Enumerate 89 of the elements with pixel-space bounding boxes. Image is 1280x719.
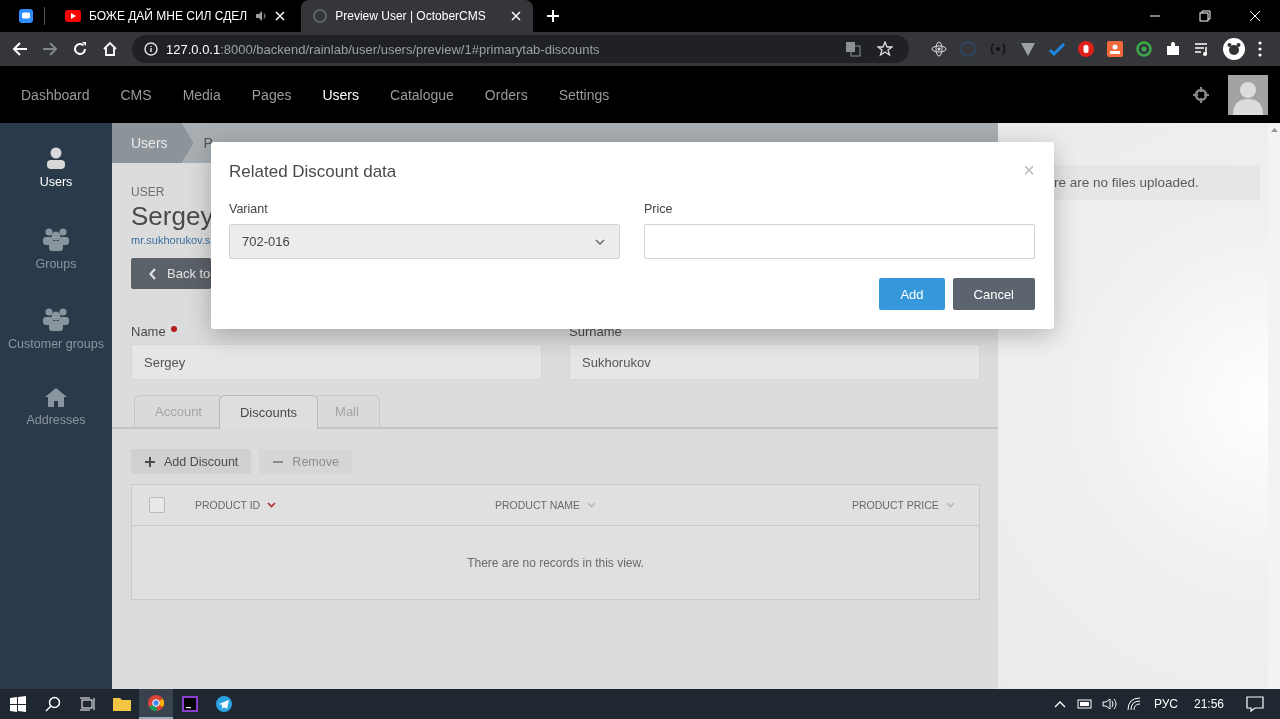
- nav-item[interactable]: Media: [182, 86, 221, 103]
- field-label: Price: [644, 202, 674, 218]
- folder-icon: [113, 696, 131, 712]
- sidebar-item[interactable]: Addresses: [0, 387, 112, 467]
- nav-item[interactable]: Users: [322, 86, 360, 103]
- play-icon: [65, 10, 81, 22]
- nav-item[interactable]: Dashboard: [21, 86, 90, 103]
- clock[interactable]: 21:56: [1193, 697, 1224, 711]
- text-field[interactable]: Sukhorukov: [569, 344, 980, 380]
- reload-icon[interactable]: [72, 41, 88, 57]
- task-view-icon[interactable]: [80, 696, 96, 712]
- column-header[interactable]: PRODUCT ID: [195, 499, 495, 511]
- browser-tab[interactable]: Preview User | OctoberCMS: [301, 0, 534, 32]
- language-indicator[interactable]: РУС: [1153, 697, 1178, 711]
- avatar-icon[interactable]: [1228, 74, 1268, 115]
- atom-icon[interactable]: [931, 41, 947, 57]
- checkbox[interactable]: [149, 497, 165, 513]
- nav-item[interactable]: Settings: [558, 86, 610, 103]
- back-icon[interactable]: [12, 41, 28, 57]
- chevron-left-icon: [149, 267, 157, 280]
- playlist-icon[interactable]: [1194, 41, 1210, 57]
- bear-avatar-icon[interactable]: [1223, 38, 1245, 60]
- tab[interactable]: Discounts: [219, 395, 319, 429]
- restore-icon[interactable]: [1199, 10, 1211, 22]
- user-icon: [46, 147, 66, 169]
- scrollbar[interactable]: [1268, 123, 1280, 689]
- forward-icon[interactable]: [42, 41, 58, 57]
- column-header[interactable]: PRODUCT NAME: [495, 499, 852, 511]
- url-path: :8000/backend/rainlab/user/users/preview/1#primarytab-discounts: [220, 41, 600, 57]
- taskbar-app[interactable]: [139, 689, 173, 719]
- sidebar-item[interactable]: Users: [0, 147, 112, 227]
- text-field[interactable]: Sergey: [131, 344, 542, 380]
- notification-icon[interactable]: [1246, 696, 1264, 712]
- page-heading: Sergey: [131, 201, 214, 232]
- group-icon: [42, 227, 70, 251]
- select-field[interactable]: 702-016: [229, 224, 620, 259]
- caret-icon: [595, 238, 605, 245]
- translate-icon[interactable]: [845, 41, 861, 57]
- cancel-button[interactable]: Cancel: [952, 278, 1035, 310]
- address-field[interactable]: 127.0.0.1:8000/backend/rainlab/user/users/preview/1#primarytab-discounts: [132, 35, 909, 63]
- nav-item[interactable]: Catalogue: [390, 86, 454, 103]
- paper-plane-icon: [216, 696, 232, 712]
- chat-app-icon[interactable]: [18, 8, 34, 24]
- nav-item[interactable]: CMS: [120, 86, 152, 103]
- puzzle-icon[interactable]: [1165, 41, 1181, 57]
- ide-icon: [182, 696, 198, 712]
- chevron-up-icon[interactable]: [1053, 700, 1066, 708]
- back-button[interactable]: Back to: [131, 258, 211, 289]
- browser-tab[interactable]: БОЖЕ ДАЙ МНЕ СИЛ СДЕЛ: [53, 0, 298, 32]
- column-header[interactable]: PRODUCT PRICE: [852, 499, 955, 511]
- files-message: re are no files uploaded.: [1054, 175, 1199, 190]
- ring-icon[interactable]: [1136, 41, 1152, 57]
- nav-item[interactable]: Pages: [251, 86, 292, 103]
- search-icon[interactable]: [45, 696, 61, 712]
- section-label: USER: [131, 185, 165, 199]
- email-link[interactable]: mr.sukhorukov.s: [131, 234, 211, 246]
- close-icon[interactable]: [275, 11, 286, 21]
- close-icon[interactable]: [1249, 10, 1261, 22]
- field-label: Name: [131, 324, 166, 339]
- required-dot-icon: [170, 326, 177, 332]
- modal-title: Related Discount data: [229, 162, 397, 182]
- windows-start-icon[interactable]: [10, 696, 26, 712]
- triangle-icon[interactable]: [1020, 41, 1036, 57]
- field-label: Variant: [229, 202, 269, 218]
- chrome-icon: [148, 695, 164, 711]
- more-icon[interactable]: [1258, 41, 1262, 57]
- home-icon: [44, 387, 68, 407]
- wifi-icon[interactable]: [1126, 697, 1141, 711]
- url-host: 127.0.0.1: [166, 41, 221, 57]
- group-icon: [42, 307, 70, 331]
- empty-message: There are no records in this view.: [467, 555, 644, 570]
- info-icon[interactable]: [144, 42, 158, 56]
- sidebar-item[interactable]: Groups: [0, 227, 112, 307]
- check-icon[interactable]: [1049, 41, 1065, 57]
- speaker-icon[interactable]: [255, 10, 268, 22]
- battery-icon[interactable]: [1074, 698, 1093, 710]
- scroll-up-icon[interactable]: [1270, 128, 1278, 132]
- nav-item[interactable]: Orders: [484, 86, 528, 103]
- star-icon[interactable]: [877, 41, 893, 57]
- breadcrumb-current: P: [202, 134, 214, 153]
- close-icon[interactable]: [511, 11, 522, 21]
- plus-icon: [145, 456, 155, 467]
- add-button[interactable]: Add Discount: [131, 449, 252, 474]
- crosshair-icon[interactable]: [1192, 85, 1210, 104]
- home-icon[interactable]: [102, 41, 118, 57]
- new-tab-icon[interactable]: [547, 10, 560, 22]
- price-field[interactable]: [644, 224, 1035, 259]
- sidebar-item[interactable]: Customer groups: [0, 307, 112, 387]
- volume-icon[interactable]: [1101, 697, 1118, 711]
